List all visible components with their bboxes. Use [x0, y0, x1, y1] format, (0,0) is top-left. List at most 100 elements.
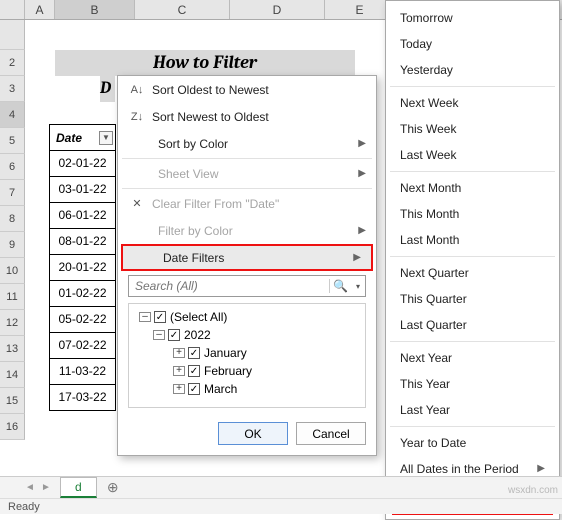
- status-bar: Ready: [0, 498, 562, 514]
- row-header-5[interactable]: 5: [0, 128, 25, 154]
- chevron-right-icon: ▶: [358, 168, 366, 179]
- row-header-16[interactable]: 16: [0, 414, 25, 440]
- submenu-last-month[interactable]: Last Month: [386, 227, 559, 253]
- row-header-7[interactable]: 7: [0, 180, 25, 206]
- row-header-14[interactable]: 14: [0, 362, 25, 388]
- submenu-today[interactable]: Today: [386, 31, 559, 57]
- filter-dropdown-icon[interactable]: ▼: [99, 131, 113, 145]
- date-filters[interactable]: Date Filters ▶: [121, 244, 373, 271]
- tree-month[interactable]: +✓February: [131, 362, 363, 380]
- tree-select-all[interactable]: –✓ (Select All): [131, 308, 363, 326]
- submenu-next-week[interactable]: Next Week: [386, 90, 559, 116]
- checkbox-icon[interactable]: ✓: [188, 383, 200, 395]
- search-dropdown-icon[interactable]: ▾: [351, 282, 365, 291]
- date-header-label: Date: [56, 131, 82, 145]
- mi-label: Next Month: [400, 175, 461, 201]
- sheet-title: How to Filter: [55, 50, 355, 76]
- tab-nav-next-icon[interactable]: ►: [38, 482, 54, 493]
- submenu-tomorrow[interactable]: Tomorrow: [386, 5, 559, 31]
- submenu-this-week[interactable]: This Week: [386, 116, 559, 142]
- expand-icon[interactable]: +: [173, 384, 185, 394]
- row-header-2[interactable]: 2: [0, 50, 25, 76]
- checkbox-icon[interactable]: ✓: [168, 329, 180, 341]
- submenu-this-quarter[interactable]: This Quarter: [386, 286, 559, 312]
- search-icon[interactable]: 🔍: [329, 279, 351, 293]
- menu-separator: [390, 341, 555, 342]
- row-header-10[interactable]: 10: [0, 258, 25, 284]
- row-header-1[interactable]: [0, 20, 25, 50]
- date-cell[interactable]: 08-01-22: [49, 229, 116, 255]
- row-header-13[interactable]: 13: [0, 336, 25, 362]
- date-header-cell[interactable]: Date ▼: [49, 124, 116, 151]
- checkbox-icon[interactable]: ✓: [188, 347, 200, 359]
- filter-values-tree[interactable]: –✓(Select All) –✓2022 +✓January +✓Februa…: [128, 303, 366, 408]
- submenu-last-quarter[interactable]: Last Quarter: [386, 312, 559, 338]
- filter-buttons: OK Cancel: [118, 414, 376, 455]
- filter-search-input[interactable]: [129, 279, 329, 293]
- date-cell[interactable]: 17-03-22: [49, 385, 116, 411]
- date-cell[interactable]: 03-01-22: [49, 177, 116, 203]
- expand-icon[interactable]: +: [173, 348, 185, 358]
- ok-button[interactable]: OK: [218, 422, 288, 445]
- mi-label: This Month: [400, 201, 459, 227]
- month-label: January: [204, 346, 247, 360]
- submenu-last-week[interactable]: Last Week: [386, 142, 559, 168]
- sheet-tab-strip: ◄ ► d ⊕: [0, 476, 562, 498]
- mi-label: Next Year: [400, 345, 452, 371]
- mi-label: Last Week: [400, 142, 456, 168]
- submenu-next-month[interactable]: Next Month: [386, 175, 559, 201]
- sort-by-color[interactable]: Sort by Color ▶: [118, 130, 376, 157]
- submenu-last-year[interactable]: Last Year: [386, 397, 559, 423]
- submenu-this-month[interactable]: This Month: [386, 201, 559, 227]
- expand-icon[interactable]: +: [173, 366, 185, 376]
- date-cell[interactable]: 06-01-22: [49, 203, 116, 229]
- sheet-tab[interactable]: d: [60, 477, 97, 498]
- collapse-icon[interactable]: –: [139, 312, 151, 322]
- submenu-next-year[interactable]: Next Year: [386, 345, 559, 371]
- tree-year[interactable]: –✓2022: [131, 326, 363, 344]
- select-all-label: (Select All): [170, 310, 227, 324]
- collapse-icon[interactable]: –: [153, 330, 165, 340]
- sheet-view: Sheet View ▶: [118, 160, 376, 187]
- checkbox-icon[interactable]: ✓: [154, 311, 166, 323]
- col-header-C[interactable]: C: [135, 0, 230, 19]
- date-cell[interactable]: 11-03-22: [49, 359, 116, 385]
- row-header-6[interactable]: 6: [0, 154, 25, 180]
- mi-label: Last Quarter: [400, 312, 467, 338]
- menu-separator: [122, 158, 372, 159]
- date-cell[interactable]: 05-02-22: [49, 307, 116, 333]
- row-header-15[interactable]: 15: [0, 388, 25, 414]
- submenu-year-to-date[interactable]: Year to Date: [386, 430, 559, 456]
- date-cell[interactable]: 02-01-22: [49, 151, 116, 177]
- date-cell[interactable]: 01-02-22: [49, 281, 116, 307]
- mi-label: Next Quarter: [400, 260, 469, 286]
- sort-newest-label: Sort Newest to Oldest: [152, 110, 269, 124]
- sort-color-label: Sort by Color: [158, 137, 228, 151]
- row-header-3[interactable]: 3: [0, 76, 25, 102]
- col-header-A[interactable]: A: [25, 0, 55, 19]
- select-all-corner[interactable]: [0, 0, 25, 19]
- menu-separator: [390, 171, 555, 172]
- submenu-this-year[interactable]: This Year: [386, 371, 559, 397]
- row-header-11[interactable]: 11: [0, 284, 25, 310]
- col-header-B[interactable]: B: [55, 0, 135, 19]
- tree-month[interactable]: +✓ January: [131, 344, 363, 362]
- submenu-next-quarter[interactable]: Next Quarter: [386, 260, 559, 286]
- tab-nav-prev-icon[interactable]: ◄: [22, 482, 38, 493]
- date-cell[interactable]: 07-02-22: [49, 333, 116, 359]
- cancel-button[interactable]: Cancel: [296, 422, 366, 445]
- tree-month[interactable]: +✓March: [131, 380, 363, 398]
- row-header-12[interactable]: 12: [0, 310, 25, 336]
- row-header-8[interactable]: 8: [0, 206, 25, 232]
- sort-oldest-newest[interactable]: A↓ Sort Oldest to Newest: [118, 76, 376, 103]
- row-header-4[interactable]: 4: [0, 102, 25, 128]
- add-sheet-icon[interactable]: ⊕: [103, 479, 123, 496]
- mi-label: Today: [400, 31, 432, 57]
- submenu-yesterday[interactable]: Yesterday: [386, 57, 559, 83]
- checkbox-icon[interactable]: ✓: [188, 365, 200, 377]
- date-cell[interactable]: 20-01-22: [49, 255, 116, 281]
- sort-newest-oldest[interactable]: Z↓ Sort Newest to Oldest: [118, 103, 376, 130]
- chevron-right-icon: ▶: [353, 252, 361, 263]
- row-header-9[interactable]: 9: [0, 232, 25, 258]
- col-header-D[interactable]: D: [230, 0, 325, 19]
